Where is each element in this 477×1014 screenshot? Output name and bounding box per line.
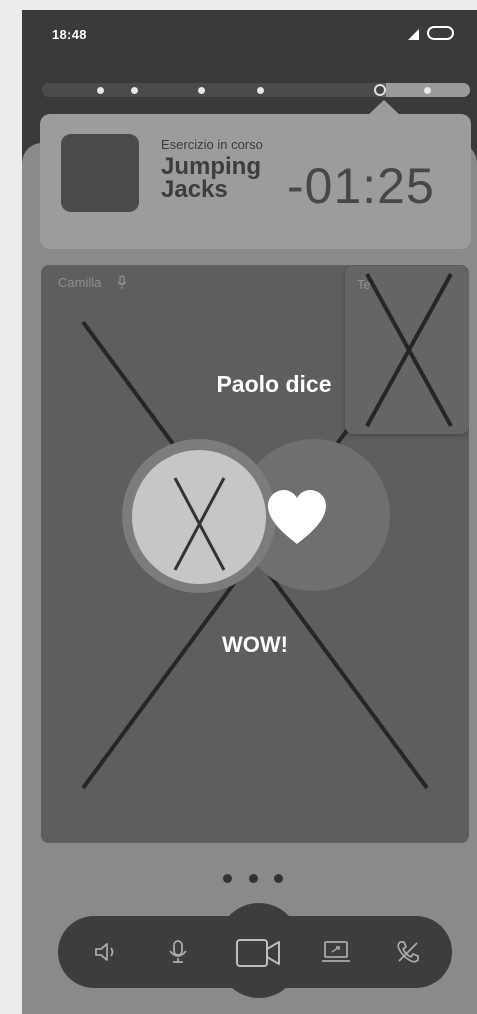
- progress-step-dot[interactable]: [424, 87, 431, 94]
- mic-active-icon: [117, 275, 127, 289]
- exercise-name: Jumping Jacks: [161, 153, 261, 203]
- self-view-pip[interactable]: Te: [345, 266, 469, 434]
- self-placeholder-icon: [365, 273, 453, 427]
- phone-screen: 18:48 Esercizio in corso Jumping Jacks -…: [22, 10, 477, 1014]
- status-bar: 18:48: [22, 10, 477, 60]
- avatar: [132, 450, 266, 584]
- progress-done: [42, 83, 386, 97]
- progress-step-dot[interactable]: [97, 87, 104, 94]
- page-indicator[interactable]: [222, 874, 292, 884]
- page-dot[interactable]: [223, 874, 232, 883]
- mic-button[interactable]: [156, 930, 200, 974]
- screen-share-button[interactable]: [314, 930, 358, 974]
- heart-icon: [268, 490, 326, 544]
- reaction-title: Paolo dice: [216, 371, 332, 397]
- screen-share-icon: [322, 941, 350, 962]
- main-video-feed[interactable]: Camilla Te Paolo dice WOW!: [41, 265, 469, 843]
- mic-icon: [169, 940, 187, 963]
- reaction-word: WOW!: [222, 632, 288, 657]
- avatar-placeholder-icon: [173, 477, 226, 571]
- speaker-button[interactable]: [85, 930, 129, 974]
- exercise-status-label: Esercizio in corso: [161, 137, 263, 152]
- page-dot[interactable]: [249, 874, 258, 883]
- card-pointer: [368, 100, 400, 115]
- progress-step-dot[interactable]: [257, 87, 264, 94]
- participant-name: Camilla: [58, 275, 102, 290]
- hang-up-button[interactable]: [386, 930, 430, 974]
- hang-up-icon: [397, 941, 419, 963]
- speaker-icon: [95, 943, 114, 961]
- workout-progress-bar: [42, 83, 470, 97]
- status-time: 18:48: [52, 27, 87, 42]
- progress-step-dot[interactable]: [198, 87, 205, 94]
- progress-step-dot[interactable]: [131, 87, 138, 94]
- progress-current-step[interactable]: [374, 84, 386, 96]
- page-dot[interactable]: [274, 874, 283, 883]
- exercise-thumbnail: [61, 134, 139, 212]
- signal-icon: [408, 29, 419, 40]
- exercise-timer: -01:25: [287, 158, 435, 214]
- battery-icon: [427, 26, 454, 40]
- camera-button[interactable]: [235, 929, 283, 977]
- video-camera-icon: [236, 939, 280, 967]
- current-exercise-card[interactable]: Esercizio in corso Jumping Jacks -01:25: [40, 100, 471, 249]
